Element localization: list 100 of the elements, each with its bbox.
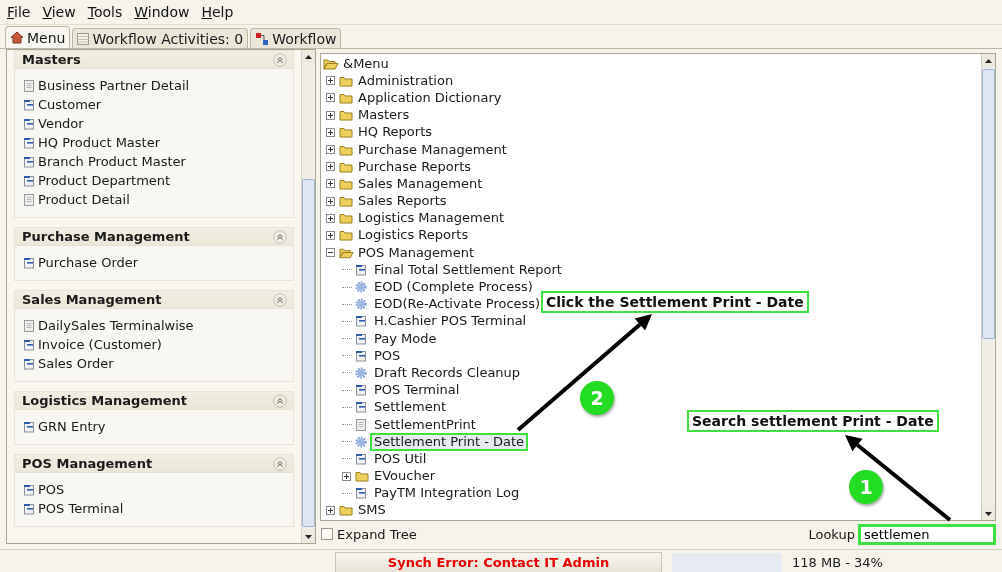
folder-icon bbox=[339, 212, 353, 225]
menu-entry[interactable]: Customer bbox=[38, 97, 102, 112]
menu-entry[interactable]: Sales Order bbox=[38, 356, 114, 371]
tree-item[interactable]: Settlement bbox=[370, 398, 451, 417]
window-icon bbox=[355, 332, 367, 345]
folder-icon bbox=[339, 74, 353, 87]
window-icon bbox=[23, 136, 35, 149]
tree-item[interactable]: Sales Reports bbox=[354, 192, 451, 211]
down-arrow-icon bbox=[985, 511, 992, 516]
folder-icon bbox=[339, 126, 353, 139]
menu-item[interactable]: Help bbox=[195, 2, 240, 22]
tree-item[interactable]: Logistics Management bbox=[354, 209, 508, 228]
tree-item[interactable]: Draft Records Cleanup bbox=[370, 363, 525, 382]
expand-icon[interactable] bbox=[326, 76, 335, 86]
error-button[interactable]: Synch Error: Contact IT Admin bbox=[335, 551, 662, 572]
tab[interactable]: Workflow bbox=[250, 28, 342, 48]
tree-item[interactable]: Final Total Settlement Report bbox=[370, 260, 566, 279]
expand-icon[interactable] bbox=[326, 230, 335, 240]
folder-icon bbox=[339, 91, 353, 104]
window-icon bbox=[23, 338, 35, 351]
menu-entry[interactable]: Purchase Order bbox=[38, 255, 139, 270]
tree-item[interactable]: POS Management bbox=[354, 243, 479, 262]
menu-entry[interactable]: HQ Product Master bbox=[38, 135, 161, 150]
scroll-down-button[interactable] bbox=[302, 530, 315, 543]
tree-item[interactable]: Pay Mode bbox=[370, 329, 441, 348]
menu-entry[interactable]: Invoice (Customer) bbox=[38, 337, 162, 352]
section-title: Masters bbox=[22, 52, 81, 67]
tree-item[interactable]: POS bbox=[370, 346, 405, 365]
menu-entry[interactable]: Product Department bbox=[38, 173, 171, 188]
window-icon bbox=[355, 263, 367, 276]
up-arrow-icon bbox=[305, 54, 312, 59]
expand-icon[interactable] bbox=[326, 196, 335, 206]
expand-icon[interactable] bbox=[326, 110, 335, 120]
expand-icon[interactable] bbox=[326, 162, 335, 172]
checkbox-label[interactable]: Expand Tree bbox=[337, 526, 417, 542]
tree-item[interactable]: Masters bbox=[354, 106, 414, 125]
tree-item[interactable]: POS Terminal bbox=[370, 381, 464, 400]
expand-icon[interactable] bbox=[326, 505, 335, 515]
scroll-down-button[interactable] bbox=[982, 507, 995, 520]
scroll-up-button[interactable] bbox=[982, 54, 995, 67]
window-icon bbox=[23, 117, 35, 130]
tree-item[interactable]: Purchase Management bbox=[354, 140, 511, 159]
window-icon bbox=[23, 502, 35, 515]
window-icon bbox=[355, 384, 367, 397]
menu-entry[interactable]: Vendor bbox=[38, 116, 84, 131]
scrollbar[interactable] bbox=[301, 50, 315, 543]
section-title: POS Management bbox=[22, 456, 153, 471]
menu-entry[interactable]: Branch Product Master bbox=[38, 154, 186, 169]
tree-item[interactable]: Administration bbox=[354, 71, 458, 90]
checkbox[interactable] bbox=[321, 528, 333, 540]
menu-item[interactable]: Window bbox=[128, 2, 196, 22]
menu-item[interactable]: File bbox=[1, 2, 37, 22]
tree-item[interactable]: Logistics Reports bbox=[354, 226, 473, 245]
expand-icon[interactable] bbox=[326, 213, 335, 223]
tree-item[interactable]: HQ Reports bbox=[354, 123, 436, 142]
tree-item[interactable]: SMS bbox=[354, 501, 390, 520]
expand-icon[interactable] bbox=[326, 145, 335, 155]
menu-entry[interactable]: DailySales Terminalwise bbox=[38, 318, 194, 333]
menu-entry[interactable]: POS Terminal bbox=[38, 501, 124, 516]
down-arrow-icon bbox=[305, 534, 312, 539]
menu-entry[interactable]: GRN Entry bbox=[38, 419, 106, 434]
tree-item[interactable]: PayTM Integration Log bbox=[370, 484, 524, 503]
scroll-thumb[interactable] bbox=[302, 179, 315, 527]
menu-item[interactable]: View bbox=[36, 2, 82, 22]
gear-icon bbox=[355, 435, 367, 448]
tree-item[interactable]: EOD (Complete Process) bbox=[370, 278, 537, 297]
tab[interactable]: Menu bbox=[5, 26, 71, 48]
tree-item[interactable]: H.Cashier POS Terminal bbox=[370, 312, 531, 331]
menu-entry[interactable]: Product Detail bbox=[38, 192, 130, 207]
tree-item[interactable]: Settlement Print - Date bbox=[370, 432, 529, 451]
tree-item[interactable]: POS Util bbox=[370, 449, 431, 468]
menu-entry[interactable]: Business Partner Detail bbox=[38, 78, 190, 93]
folder-icon bbox=[339, 504, 353, 517]
tree-item[interactable]: Purchase Reports bbox=[354, 157, 476, 176]
tree-item[interactable]: SettlementPrint bbox=[370, 415, 480, 434]
window-icon bbox=[23, 420, 35, 433]
expand-icon[interactable] bbox=[342, 471, 351, 481]
window-icon bbox=[355, 401, 367, 414]
memory-status: 118 MB - 34% bbox=[792, 554, 883, 570]
scrollbar[interactable] bbox=[981, 54, 995, 520]
window-icon bbox=[355, 349, 367, 362]
lookup-field[interactable]: settlemen bbox=[858, 523, 996, 545]
tree-item[interactable]: EVoucher bbox=[370, 467, 440, 486]
window-icon bbox=[23, 483, 35, 496]
expand-icon[interactable] bbox=[326, 93, 335, 103]
tree-item[interactable]: Application Dictionary bbox=[354, 88, 506, 107]
collapse-icon[interactable] bbox=[326, 248, 335, 258]
callout-label: Search settlement Print - Date bbox=[687, 410, 939, 432]
tab[interactable]: Workflow Activities: 0 bbox=[72, 28, 249, 48]
document-icon bbox=[23, 319, 35, 332]
folder-icon bbox=[339, 143, 353, 156]
tree-item[interactable]: Sales Management bbox=[354, 174, 487, 193]
expand-icon[interactable] bbox=[326, 127, 335, 137]
scroll-up-button[interactable] bbox=[302, 50, 315, 63]
expand-icon[interactable] bbox=[326, 179, 335, 189]
section-title: Logistics Management bbox=[22, 393, 188, 408]
scroll-thumb[interactable] bbox=[982, 69, 995, 339]
tree-root[interactable]: &Menu bbox=[339, 54, 393, 73]
menu-item[interactable]: Tools bbox=[81, 2, 129, 22]
menu-entry[interactable]: POS bbox=[38, 482, 65, 497]
